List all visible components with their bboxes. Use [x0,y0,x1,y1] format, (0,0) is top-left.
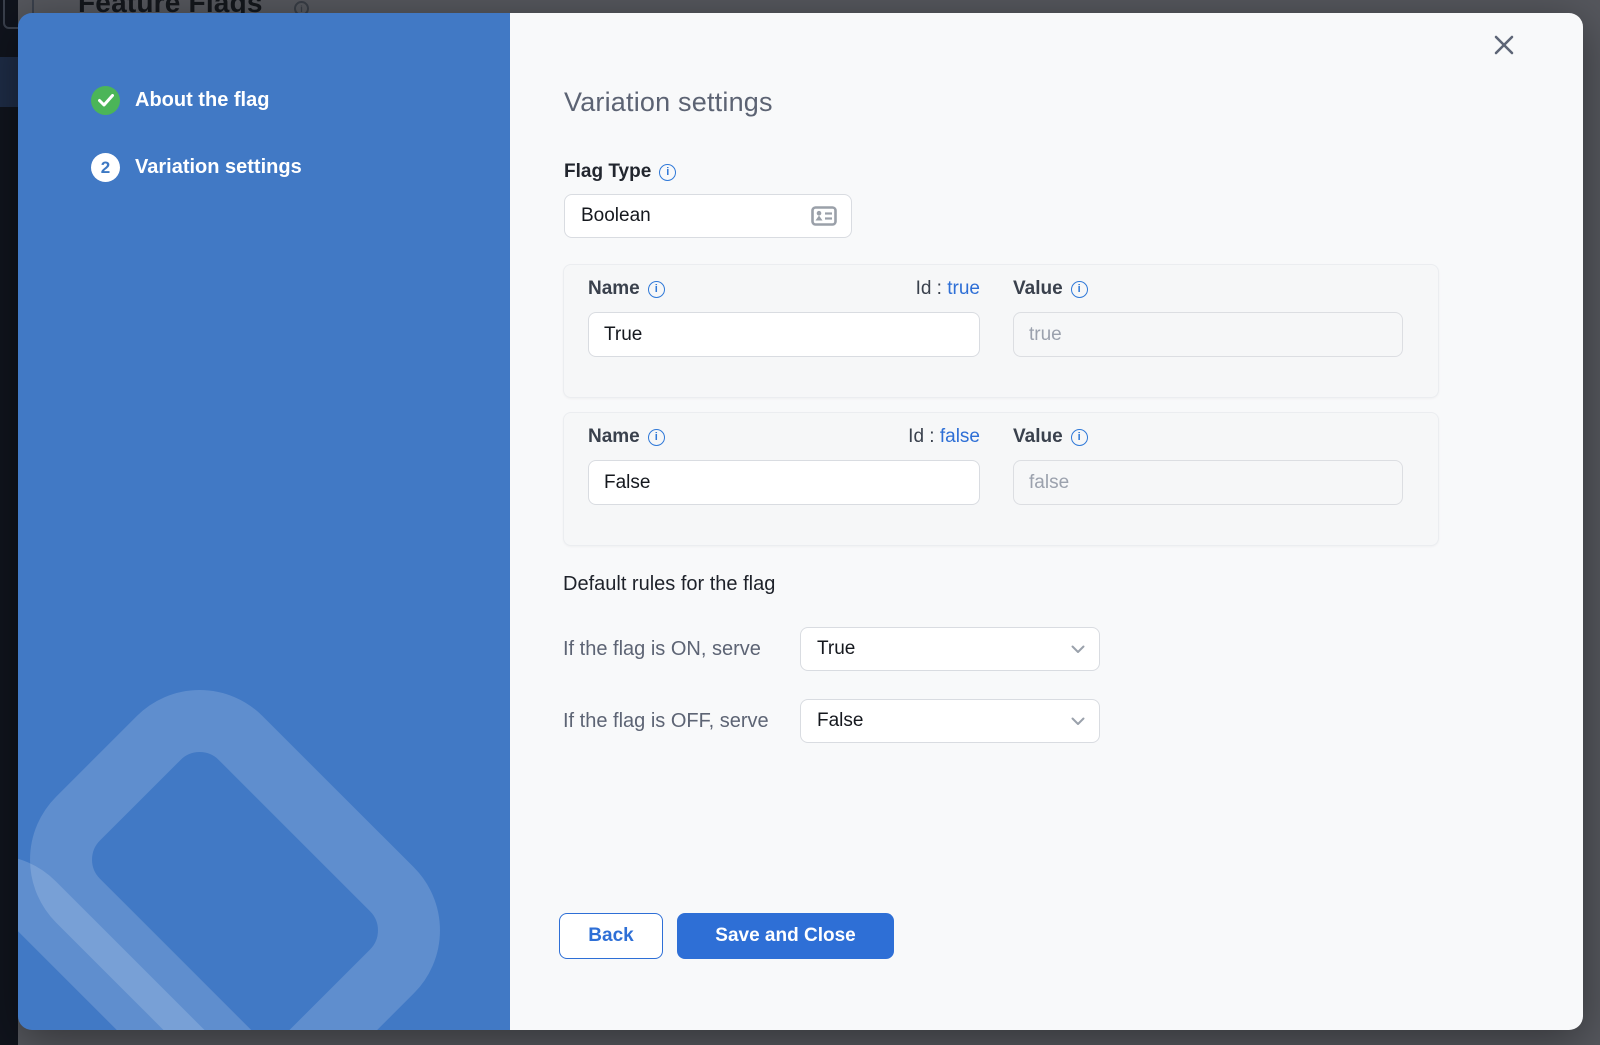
id-label-text: Id : [916,278,942,299]
flag-off-selected-value: False [817,710,863,732]
flag-on-selected-value: True [817,638,855,660]
variation-value-input[interactable] [1013,460,1403,505]
close-button[interactable] [1487,28,1521,62]
name-label-text: Name [588,426,640,448]
variation-card-true: Name i Id : true Value i [563,264,1439,398]
flag-wizard-modal: About the flag 2 Variation settings Vari… [18,13,1583,1030]
flag-off-rule-label: If the flag is OFF, serve [563,710,800,733]
step-label: Variation settings [135,156,302,179]
id-value-text: false [940,426,980,447]
background-sidebar-active-item [0,57,18,107]
variation-name-label: Name i [588,278,665,300]
flag-type-card-icon [811,206,837,226]
flag-on-serve-select[interactable]: True [800,627,1100,671]
flag-type-label-text: Flag Type [564,161,651,183]
close-icon [1491,32,1517,58]
name-label-text: Name [588,278,640,300]
info-icon[interactable]: i [648,429,665,446]
value-label-text: Value [1013,278,1063,300]
variation-value-input[interactable] [1013,312,1403,357]
info-icon[interactable]: i [648,281,665,298]
flag-on-rule-label: If the flag is ON, serve [563,638,800,661]
info-icon[interactable]: i [659,164,676,181]
wizard-steps: About the flag 2 Variation settings [18,13,510,182]
step-label: About the flag [135,89,269,112]
background-app-sidebar [0,0,18,1045]
variation-card-false: Name i Id : false Value i [563,412,1439,546]
id-label-text: Id : [908,426,934,447]
chevron-down-icon [1071,717,1085,726]
step-completed-check-icon [91,86,120,115]
modal-footer: Back Save and Close [559,913,894,959]
variation-settings-panel: Variation settings Flag Type i Boolean N… [510,13,1583,1030]
flag-type-label: Flag Type i [564,161,676,183]
info-icon[interactable]: i [1071,281,1088,298]
variation-value-label: Value i [1013,278,1088,300]
variation-name-input[interactable] [588,460,980,505]
id-value-text: true [947,278,980,299]
default-rules-title: Default rules for the flag [563,573,775,596]
wizard-step-variation-settings[interactable]: 2 Variation settings [91,153,510,182]
wizard-step-about-the-flag[interactable]: About the flag [91,86,510,115]
save-and-close-button[interactable]: Save and Close [677,913,894,959]
panel-title: Variation settings [564,87,773,118]
variation-name-input[interactable] [588,312,980,357]
flag-off-serve-select[interactable]: False [800,699,1100,743]
info-icon[interactable]: i [1071,429,1088,446]
variation-name-label: Name i [588,426,665,448]
back-button[interactable]: Back [559,913,663,959]
variation-value-label: Value i [1013,426,1088,448]
flag-type-select[interactable]: Boolean [564,194,852,238]
variation-id: Id : false [908,426,980,448]
variation-id: Id : true [916,278,980,300]
flag-type-selected-value: Boolean [581,205,651,227]
value-label-text: Value [1013,426,1063,448]
chevron-down-icon [1071,645,1085,654]
wizard-sidebar: About the flag 2 Variation settings [18,13,510,1030]
step-number-badge: 2 [91,153,120,182]
